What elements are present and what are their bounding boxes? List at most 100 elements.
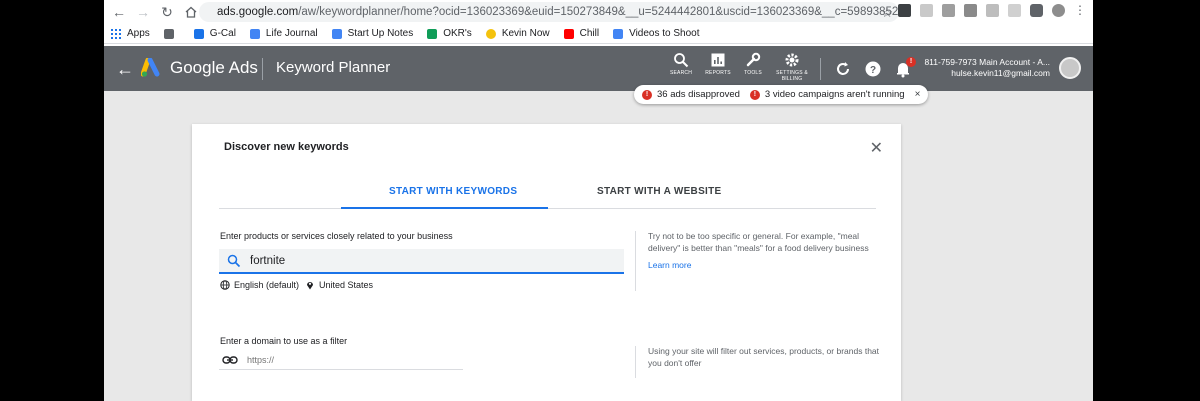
keywords-field[interactable] bbox=[219, 249, 624, 274]
tools-tool-button[interactable]: TOOLS bbox=[731, 52, 775, 76]
domain-hint-text: Using your site will filter out services… bbox=[648, 346, 880, 368]
bookmark-start-up-notes[interactable]: Start Up Notes bbox=[331, 28, 414, 39]
discover-keywords-dialog: Discover new keywords ✕ START WITH KEYWO… bbox=[192, 124, 901, 401]
extension-icon[interactable] bbox=[1008, 4, 1021, 17]
extension-icon[interactable] bbox=[898, 4, 911, 17]
address-bar[interactable]: ads.google.com/aw/keywordplanner/home?oc… bbox=[199, 2, 899, 22]
calendar-icon bbox=[193, 28, 204, 39]
reload-icon[interactable]: ↻ bbox=[158, 3, 176, 21]
tool-label: REPORTS bbox=[705, 70, 731, 76]
bookmark-label: Life Journal bbox=[265, 28, 318, 39]
smiley-icon bbox=[485, 28, 496, 39]
bookmark-okrs[interactable]: OKR's bbox=[427, 28, 472, 39]
extension-icon[interactable] bbox=[942, 4, 955, 17]
alert-notices: ! 36 ads disapproved ! 3 video campaigns… bbox=[634, 85, 929, 104]
domain-field[interactable] bbox=[219, 350, 463, 370]
back-arrow-icon[interactable]: ← bbox=[116, 59, 134, 80]
location-label: United States bbox=[319, 280, 374, 290]
bookmark-label: Kevin Now bbox=[501, 28, 550, 39]
browser-toolbar: ← → ↻ ads.google.com/aw/keywordplanner/h… bbox=[104, 0, 1093, 24]
bookmark-label: Apps bbox=[127, 28, 150, 39]
browser-window: ← → ↻ ads.google.com/aw/keywordplanner/h… bbox=[104, 0, 1093, 401]
screen-frame: ← → ↻ ads.google.com/aw/keywordplanner/h… bbox=[0, 0, 1200, 401]
bookmark-star-icon[interactable]: ☆ bbox=[881, 5, 893, 21]
ads-disapproved-link[interactable]: 36 ads disapproved bbox=[657, 89, 740, 100]
url-path: /aw/keywordplanner/home?ocid=136023369&e… bbox=[298, 6, 899, 18]
close-icon[interactable]: × bbox=[915, 89, 921, 100]
menu-kebab-icon[interactable]: ⋮ bbox=[1074, 4, 1086, 17]
location-selector[interactable]: United States bbox=[305, 280, 373, 290]
location-pin-icon bbox=[307, 282, 313, 290]
extension-icon[interactable] bbox=[964, 4, 977, 17]
search-icon bbox=[674, 53, 689, 68]
account-info[interactable]: 811-759-7973 Main Account - A... hulse.k… bbox=[924, 57, 1050, 79]
svg-text:?: ? bbox=[870, 65, 876, 76]
account-email: hulse.kevin11@gmail.com bbox=[951, 68, 1050, 78]
search-icon bbox=[227, 254, 241, 267]
keywords-hint: Try not to be too specific or general. F… bbox=[635, 231, 885, 291]
extension-icon[interactable] bbox=[986, 4, 999, 17]
learn-more-link[interactable]: Learn more bbox=[648, 260, 885, 272]
profile-avatar[interactable] bbox=[1052, 4, 1065, 17]
bookmark-label: Videos to Shoot bbox=[629, 28, 700, 39]
tool-label: TOOLS bbox=[744, 70, 762, 76]
active-tab-indicator bbox=[341, 207, 548, 209]
language-selector[interactable]: English (default) bbox=[220, 280, 299, 290]
reports-icon bbox=[711, 53, 725, 67]
domain-hint: Using your site will filter out services… bbox=[635, 346, 885, 378]
page-title: Keyword Planner bbox=[276, 59, 391, 76]
doc-icon bbox=[613, 28, 624, 39]
domain-input[interactable] bbox=[247, 354, 447, 365]
bookmark-apps[interactable]: Apps bbox=[111, 28, 150, 39]
wrench-icon bbox=[746, 52, 761, 67]
keywords-field-label: Enter products or services closely relat… bbox=[220, 231, 453, 241]
tab-start-with-website[interactable]: START WITH A WEBSITE bbox=[597, 186, 722, 197]
campaigns-not-running-link[interactable]: 3 video campaigns aren't running bbox=[765, 89, 905, 100]
brand-name: Google Ads bbox=[170, 58, 258, 77]
ads-header: ← Google Ads Keyword Planner SEARCH REPO… bbox=[104, 46, 1093, 91]
apps-grid-icon bbox=[111, 28, 121, 39]
bookmark-folder[interactable] bbox=[163, 28, 180, 39]
bookmark-kevin-now[interactable]: Kevin Now bbox=[485, 28, 550, 39]
keywords-input[interactable] bbox=[250, 254, 610, 267]
gear-icon bbox=[785, 53, 799, 67]
bookmark-label: G-Cal bbox=[209, 28, 236, 39]
bookmarks-bar: Apps G-Cal Life Journal Start Up Notes O… bbox=[104, 24, 1093, 44]
bookmark-life-journal[interactable]: Life Journal bbox=[249, 28, 318, 39]
link-icon bbox=[222, 355, 238, 364]
extensions-area: ⋮ bbox=[898, 4, 1086, 17]
bookmark-label: Start Up Notes bbox=[347, 28, 414, 39]
doc-icon bbox=[249, 28, 260, 39]
close-icon[interactable]: ✕ bbox=[870, 138, 883, 158]
url-host: ads.google.com bbox=[217, 6, 299, 18]
back-arrow-icon[interactable]: ← bbox=[110, 3, 128, 21]
folder-icon bbox=[163, 28, 174, 39]
language-label: English (default) bbox=[234, 280, 300, 290]
google-ads-logo bbox=[141, 58, 160, 77]
dialog-tabs: START WITH KEYWORDS START WITH A WEBSITE bbox=[219, 175, 876, 209]
globe-icon bbox=[220, 280, 230, 290]
account-id: 811-759-7973 Main Account - A... bbox=[924, 57, 1050, 67]
tool-label: SETTINGS & BILLING bbox=[776, 70, 808, 82]
settings-billing-button[interactable]: SETTINGS & BILLING bbox=[770, 52, 814, 82]
help-icon[interactable]: ? bbox=[864, 60, 882, 78]
avatar[interactable] bbox=[1059, 57, 1081, 79]
home-icon[interactable] bbox=[182, 3, 200, 21]
header-divider bbox=[820, 58, 821, 80]
bookmark-gcal[interactable]: G-Cal bbox=[193, 28, 236, 39]
notification-badge: ! bbox=[906, 57, 916, 67]
bookmark-label: OKR's bbox=[443, 28, 472, 39]
bookmark-chill[interactable]: Chill bbox=[563, 28, 600, 39]
keywords-hint-text: Try not to be too specific or general. F… bbox=[648, 231, 869, 253]
alert-icon: ! bbox=[642, 89, 652, 100]
extension-icon[interactable] bbox=[920, 4, 933, 17]
refresh-icon[interactable] bbox=[834, 60, 852, 78]
bookmark-videos-to-shoot[interactable]: Videos to Shoot bbox=[613, 28, 700, 39]
forward-arrow-icon[interactable]: → bbox=[134, 3, 152, 21]
puzzle-icon[interactable] bbox=[1030, 4, 1043, 17]
tab-start-with-keywords[interactable]: START WITH KEYWORDS bbox=[389, 186, 517, 197]
doc-icon bbox=[331, 28, 342, 39]
bookmark-label: Chill bbox=[579, 28, 600, 39]
dialog-title: Discover new keywords bbox=[224, 141, 349, 153]
domain-field-label: Enter a domain to use as a filter bbox=[220, 336, 348, 346]
